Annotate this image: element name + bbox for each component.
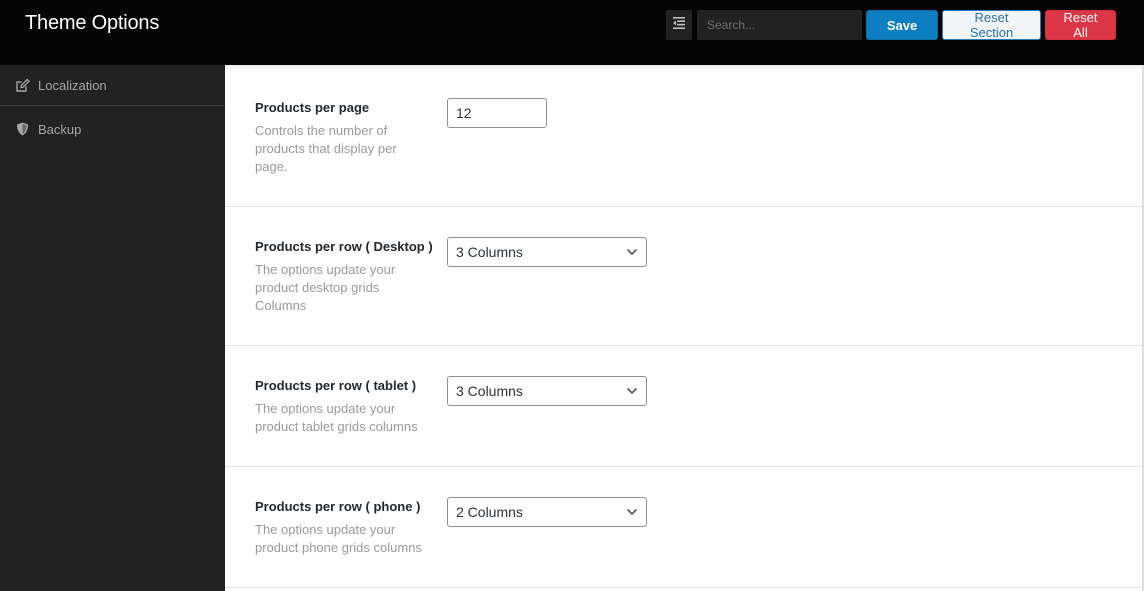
toolbar: Save Reset Section Reset All: [666, 10, 1116, 40]
tablet-columns-select[interactable]: 3 Columns: [447, 376, 647, 406]
setting-description: The options update your product phone gr…: [255, 522, 422, 555]
sidebar-item-label: Backup: [38, 121, 82, 137]
search-input[interactable]: [697, 10, 862, 40]
setting-title: Products per row ( Desktop ): [255, 239, 433, 254]
phone-columns-select[interactable]: 2 Columns: [447, 497, 647, 527]
setting-description: The options update your product tablet g…: [255, 401, 418, 434]
settings-panel: Products per page Controls the number of…: [225, 65, 1142, 591]
setting-row-products-per-page: Products per page Controls the number of…: [225, 65, 1142, 207]
select-value: 3 Columns: [456, 244, 523, 260]
setting-row-products-per-row-tablet: Products per row ( tablet ) The options …: [225, 346, 1142, 467]
reset-section-button[interactable]: Reset Section: [942, 10, 1041, 40]
setting-row-products-per-row-desktop: Products per row ( Desktop ) The options…: [225, 207, 1142, 346]
setting-title: Products per page: [255, 100, 370, 115]
reset-all-button[interactable]: Reset All: [1045, 10, 1116, 40]
app-title: Theme Options: [25, 12, 160, 34]
products-per-page-input[interactable]: [447, 98, 547, 128]
chevron-down-icon: [626, 506, 638, 518]
select-value: 3 Columns: [456, 383, 523, 399]
chevron-down-icon: [626, 385, 638, 397]
setting-title: Products per row ( phone ): [255, 499, 421, 514]
expand-menu-button[interactable]: [666, 10, 692, 40]
sidebar-item-label: Localization: [38, 77, 107, 93]
setting-title: Products per row ( tablet ): [255, 378, 417, 393]
sidebar: Localization Backup: [0, 65, 225, 591]
setting-description: The options update your product desktop …: [255, 262, 396, 313]
save-button[interactable]: Save: [866, 10, 938, 40]
sidebar-item-localization[interactable]: Localization: [0, 65, 225, 106]
sidebar-item-backup[interactable]: Backup: [0, 106, 225, 152]
header: Theme Options Save Reset Section Reset A…: [0, 0, 1144, 65]
expand-menu-icon: [673, 16, 685, 34]
select-value: 2 Columns: [456, 504, 523, 520]
edit-icon: [15, 78, 30, 93]
setting-row-products-per-row-phone: Products per row ( phone ) The options u…: [225, 467, 1142, 588]
desktop-columns-select[interactable]: 3 Columns: [447, 237, 647, 267]
shield-icon: [15, 122, 30, 137]
chevron-down-icon: [626, 246, 638, 258]
setting-description: Controls the number of products that dis…: [255, 123, 397, 174]
